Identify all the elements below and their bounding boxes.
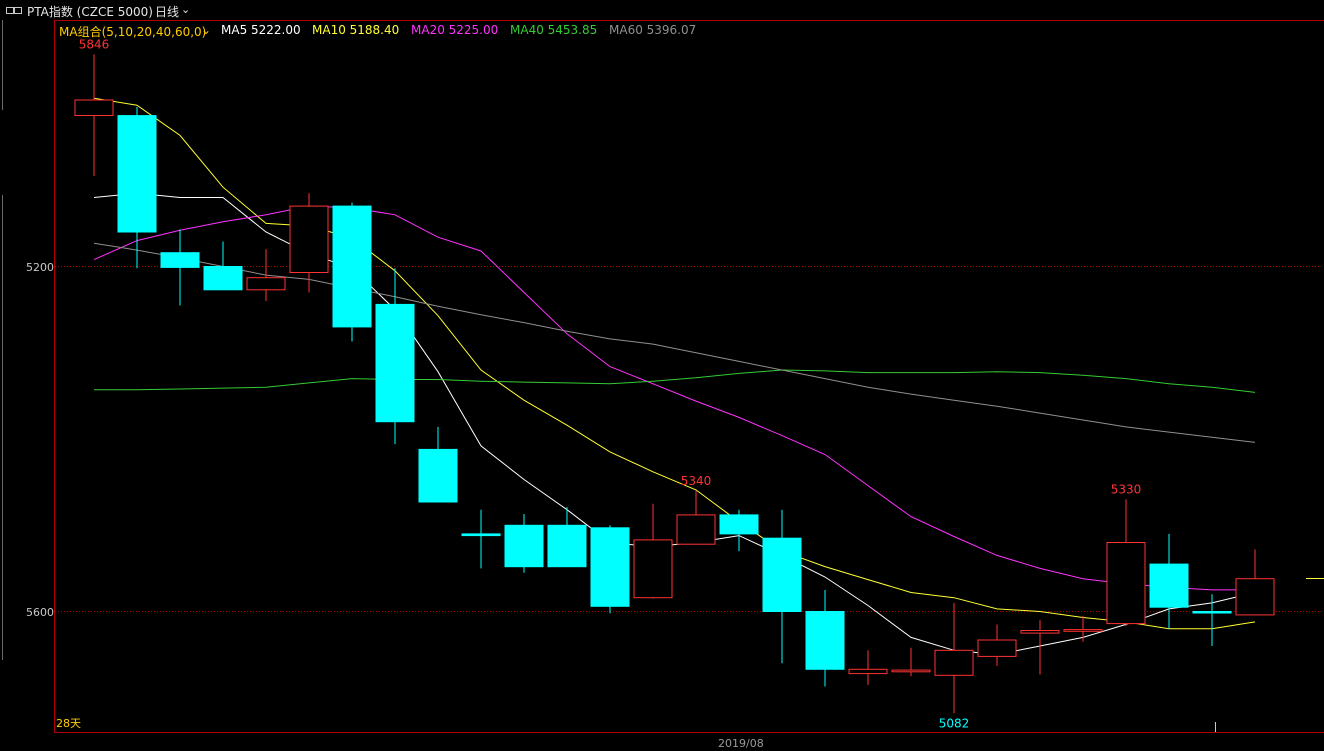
candle-body — [1192, 611, 1232, 614]
y-tick-5600: 5200 — [26, 261, 54, 274]
candle[interactable] — [504, 514, 544, 573]
candle[interactable] — [633, 503, 673, 599]
candle-body — [418, 448, 458, 503]
y-tick-5200: 5600 — [26, 606, 54, 619]
price-annotation-low: 5082 — [939, 716, 970, 730]
candle-body — [934, 649, 974, 676]
candle-body — [117, 115, 157, 233]
moving-average-lines — [93, 97, 1256, 656]
ma-line-ma60 — [93, 242, 1256, 443]
candle-body — [547, 524, 587, 568]
candle-body — [461, 533, 501, 537]
candle[interactable] — [461, 509, 501, 569]
candle[interactable] — [1192, 594, 1232, 646]
candle[interactable] — [74, 54, 114, 176]
price-annotation-high: 5846 — [79, 37, 110, 51]
candle-body — [1106, 542, 1146, 625]
candle[interactable] — [117, 106, 157, 269]
candle-body — [74, 99, 114, 116]
candle[interactable] — [891, 647, 931, 677]
candle-body — [1063, 629, 1103, 632]
candle[interactable] — [418, 426, 458, 503]
candle[interactable] — [547, 507, 587, 568]
candle-body — [160, 252, 200, 268]
candle[interactable] — [934, 602, 974, 714]
ma-line-ma40 — [94, 369, 1256, 393]
candle[interactable] — [246, 249, 286, 301]
candle-body — [246, 277, 286, 291]
candle[interactable] — [762, 509, 802, 664]
candle[interactable] — [375, 268, 415, 445]
chart-frame — [54, 20, 1324, 733]
candle[interactable] — [1149, 533, 1189, 629]
candle[interactable] — [289, 193, 329, 293]
price-annotation-high: 5330 — [1111, 482, 1142, 496]
candle[interactable] — [203, 241, 243, 291]
candle[interactable] — [805, 589, 845, 687]
candle[interactable] — [1106, 499, 1146, 627]
candle-body — [633, 539, 673, 599]
candle-body — [762, 537, 802, 613]
candles — [74, 54, 1275, 714]
candle-body — [504, 524, 544, 568]
candle-body — [848, 668, 888, 675]
candle-body — [375, 303, 415, 423]
ma-line-ma20 — [93, 205, 1255, 591]
candle-body — [977, 639, 1017, 657]
candle-body — [891, 669, 931, 673]
candle[interactable] — [1020, 620, 1060, 675]
candle-body — [1235, 578, 1275, 616]
candle-body — [719, 514, 759, 535]
candle[interactable] — [332, 202, 372, 342]
price-annotation-high: 5340 — [681, 474, 712, 488]
candle-body — [1149, 563, 1189, 608]
candle-body — [332, 205, 372, 328]
candle[interactable] — [590, 525, 630, 614]
candle-body — [805, 611, 845, 670]
candle[interactable] — [719, 509, 759, 552]
candle[interactable] — [977, 624, 1017, 666]
candle-body — [1020, 630, 1060, 634]
candle-body — [676, 514, 716, 545]
candle[interactable] — [1235, 549, 1275, 616]
candle-body — [289, 205, 329, 274]
ma-line-ma5 — [93, 192, 1256, 656]
candle[interactable] — [160, 229, 200, 306]
candle[interactable] — [1063, 615, 1103, 642]
candle[interactable] — [848, 650, 888, 685]
candle-body — [590, 527, 630, 607]
candlestick-chart[interactable]: 5200 5600 28天 2019/08 5846 5340 5330 5082 — [0, 0, 1324, 751]
day-count-label: 28天 — [56, 717, 81, 730]
ma-line-ma10 — [93, 97, 1256, 630]
candle-body — [203, 266, 243, 291]
candle[interactable] — [676, 490, 716, 545]
x-date-label: 2019/08 — [718, 737, 764, 750]
